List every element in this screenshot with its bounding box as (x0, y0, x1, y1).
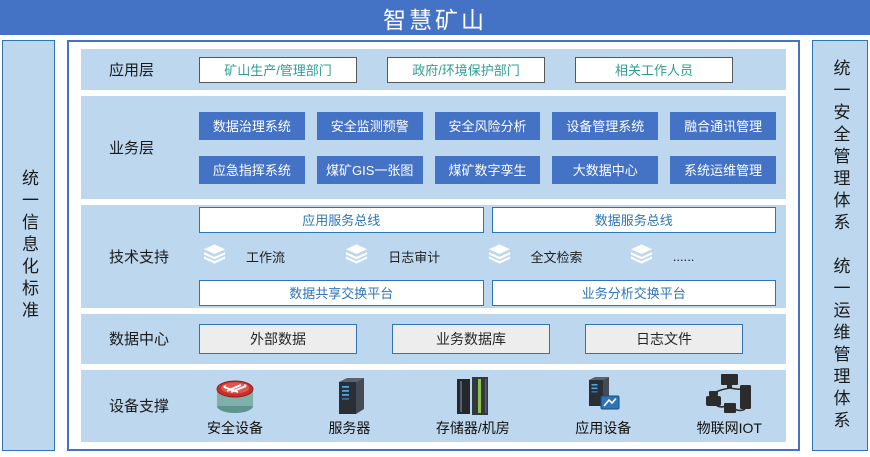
middleware-item: 工作流 (203, 244, 345, 269)
business-row-1: 数据治理系统 安全监测预警 安全风险分析 设备管理系统 融合通讯管理 (199, 112, 776, 140)
layers-icon (488, 244, 511, 269)
service-bus-box: 应用服务总线 (199, 207, 484, 233)
middleware-label: ...... (673, 249, 695, 264)
equipment-item: 安全设备 (207, 373, 263, 438)
business-system-chip: 安全监测预警 (317, 112, 423, 140)
app-device-icon (581, 373, 625, 417)
data-center-boxes: 外部数据 业务数据库 日志文件 (199, 324, 786, 354)
exchange-platform-box: 数据共享交换平台 (199, 280, 484, 306)
layers-icon (630, 244, 653, 269)
application-boxes: 矿山生产/管理部门 政府/环境保护部门 相关工作人员 (199, 57, 786, 83)
left-pillar-label: 统一信息化标准 (20, 169, 37, 323)
middleware-label: 日志审计 (388, 247, 440, 266)
application-layer-band: 应用层 矿山生产/管理部门 政府/环境保护部门 相关工作人员 (81, 49, 786, 90)
business-layer-band: 业务层 数据治理系统 安全监测预警 安全风险分析 设备管理系统 融合通讯管理 应… (81, 96, 786, 199)
business-system-chip: 大数据中心 (552, 156, 658, 184)
data-source-box: 业务数据库 (392, 324, 550, 354)
equipment-item-label: 物联网IOT (697, 418, 762, 438)
tech-support-label: 技术支持 (81, 246, 199, 267)
stakeholder-box: 政府/环境保护部门 (387, 57, 545, 83)
equipment-item: 物联网IOT (697, 373, 762, 438)
storage-rack-icon (451, 373, 495, 417)
middleware-label: 全文检索 (531, 247, 583, 266)
equipment-item-label: 存储器/机房 (436, 418, 510, 438)
business-system-chip: 设备管理系统 (552, 112, 658, 140)
tech-support-content: 应用服务总线 数据服务总线 工作流 (199, 207, 786, 306)
business-system-chip: 安全风险分析 (435, 112, 541, 140)
data-center-band: 数据中心 外部数据 业务数据库 日志文件 (81, 314, 786, 364)
title-banner: 智慧矿山 (0, 0, 870, 35)
smart-mine-architecture-diagram: 智慧矿山 统一信息化标准 应用层 矿山生产/管理部门 政府/环境保护部门 相关工… (0, 0, 870, 457)
layers-icon (203, 244, 226, 269)
equipment-item-label: 应用设备 (575, 418, 631, 438)
right-pillar-label-ops: 统一运维管理体系 (832, 257, 849, 433)
equipment-item-label: 安全设备 (207, 418, 263, 438)
business-systems: 数据治理系统 安全监测预警 安全风险分析 设备管理系统 融合通讯管理 应急指挥系… (199, 112, 786, 184)
middleware-label: 工作流 (246, 247, 285, 266)
page-title: 智慧矿山 (383, 1, 487, 35)
business-system-chip: 数据治理系统 (199, 112, 305, 140)
equipment-items: 安全设备 (199, 373, 786, 438)
business-layer-label: 业务层 (81, 137, 199, 158)
iot-network-icon (704, 373, 754, 417)
middleware-item: 全文检索 (488, 244, 630, 269)
equipment-item: 服务器 (328, 373, 370, 438)
left-pillar: 统一信息化标准 (2, 40, 55, 451)
stakeholder-box: 相关工作人员 (575, 57, 733, 83)
exchange-platforms: 数据共享交换平台 业务分析交换平台 (199, 280, 776, 306)
middleware-row: 工作流 日志审计 全文检索 (199, 244, 776, 269)
server-tower-icon (330, 373, 368, 417)
application-layer-label: 应用层 (81, 59, 199, 80)
data-source-box: 日志文件 (585, 324, 743, 354)
equipment-label: 设备支撑 (81, 395, 199, 416)
stakeholder-box: 矿山生产/管理部门 (199, 57, 357, 83)
business-system-chip: 应急指挥系统 (199, 156, 305, 184)
right-pillar: 统一安全管理体系 统一运维管理体系 (812, 40, 868, 451)
security-router-icon (211, 373, 259, 417)
layers-icon (345, 244, 368, 269)
content-area: 统一信息化标准 应用层 矿山生产/管理部门 政府/环境保护部门 相关工作人员 业… (0, 35, 870, 453)
main-panel: 应用层 矿山生产/管理部门 政府/环境保护部门 相关工作人员 业务层 数据治理系… (67, 40, 800, 451)
equipment-item: 存储器/机房 (436, 373, 510, 438)
business-row-2: 应急指挥系统 煤矿GIS一张图 煤矿数字孪生 大数据中心 系统运维管理 (199, 156, 776, 184)
tech-support-band: 技术支持 应用服务总线 数据服务总线 工作流 (81, 205, 786, 308)
business-system-chip: 融合通讯管理 (670, 112, 776, 140)
equipment-item: 应用设备 (575, 373, 631, 438)
middleware-item: ...... (630, 244, 772, 269)
service-bus-box: 数据服务总线 (492, 207, 777, 233)
equipment-item-label: 服务器 (328, 418, 370, 438)
equipment-band: 设备支撑 安全设备 (81, 370, 786, 442)
data-source-box: 外部数据 (199, 324, 357, 354)
exchange-platform-box: 业务分析交换平台 (492, 280, 777, 306)
business-system-chip: 煤矿数字孪生 (435, 156, 541, 184)
right-pillar-label-security: 统一安全管理体系 (832, 59, 849, 235)
middleware-item: 日志审计 (345, 244, 487, 269)
business-system-chip: 煤矿GIS一张图 (317, 156, 423, 184)
data-center-label: 数据中心 (81, 328, 199, 349)
service-buses: 应用服务总线 数据服务总线 (199, 207, 776, 233)
business-system-chip: 系统运维管理 (670, 156, 776, 184)
